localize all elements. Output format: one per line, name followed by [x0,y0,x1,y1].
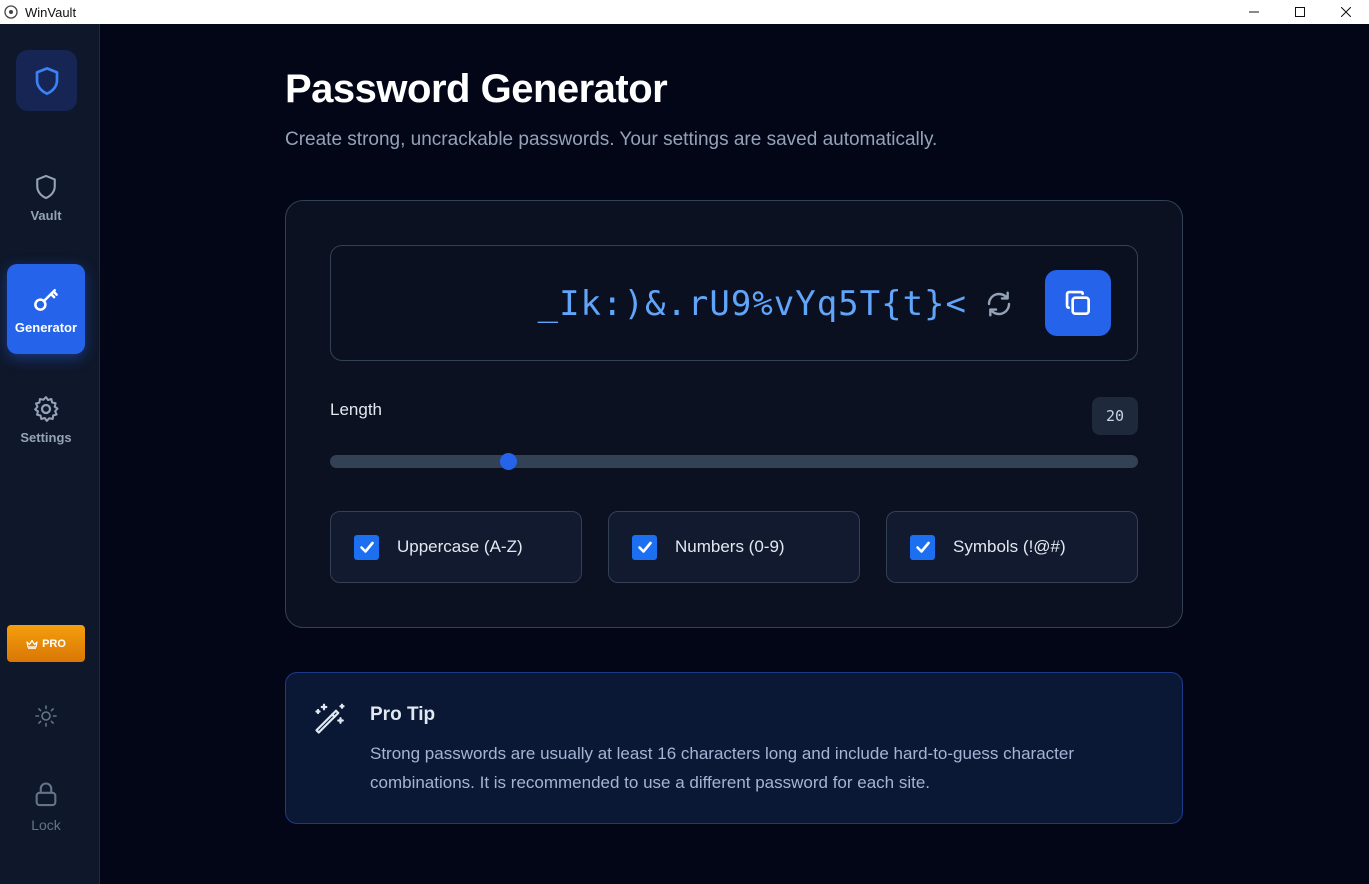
checkmark-icon [915,541,930,553]
tip-body: Strong passwords are usually at least 16… [370,744,1074,792]
option-uppercase[interactable]: Uppercase (A-Z) [330,511,582,583]
page-title: Password Generator [285,67,668,111]
pro-tip-card: Pro Tip Strong passwords are usually at … [285,672,1183,824]
key-icon [34,288,58,311]
length-slider-thumb[interactable] [499,453,517,470]
sidebar-item-label: Generator [14,319,78,335]
option-label: Uppercase (A-Z) [397,537,523,556]
title-bar: WinVault [0,0,1369,24]
option-symbols[interactable]: Symbols (!@#) [886,511,1138,583]
app-logo [16,50,77,111]
lock-label: Lock [31,817,61,833]
pro-button[interactable]: PRO [7,625,85,662]
tip-title: Pro Tip [370,704,436,725]
lock-icon [35,782,57,807]
option-numbers[interactable]: Numbers (0-9) [608,511,860,583]
minimize-button[interactable] [1231,0,1277,24]
length-slider[interactable] [330,453,1138,470]
window-title: WinVault [25,4,77,20]
minimize-icon [1249,11,1259,13]
length-value-badge: 20 [1092,397,1138,435]
regenerate-button[interactable] [983,288,1015,320]
page-subtitle: Create strong, uncrackable passwords. Yo… [285,129,938,150]
main-content: Password Generator Create strong, uncrac… [100,24,1369,884]
uppercase-checkbox[interactable] [354,534,379,560]
sidebar: Vault Generator Settings PRO Lock [0,24,100,884]
sidebar-item-vault[interactable]: Vault [7,152,85,242]
length-label: Length [330,400,382,419]
numbers-checkbox[interactable] [632,534,657,560]
app-icon [4,5,18,19]
sun-icon [35,705,57,727]
sidebar-item-generator[interactable]: Generator [7,264,85,354]
option-label: Symbols (!@#) [953,537,1066,556]
refresh-icon [987,291,1011,317]
maximize-button[interactable] [1277,0,1323,24]
gear-icon [34,395,59,422]
checkmark-icon [359,541,374,553]
symbols-checkbox[interactable] [910,534,935,560]
maximize-icon [1295,7,1305,17]
crown-icon [26,639,38,649]
sidebar-item-settings[interactable]: Settings [7,374,85,464]
theme-toggle-button[interactable] [32,702,60,730]
shield-icon [36,174,56,199]
lock-button[interactable]: Lock [7,774,85,838]
copy-icon [1065,290,1090,315]
generated-password[interactable]: _Ik:)&.rU9%vYq5T{t}< [538,284,967,324]
magic-wand-icon [315,703,345,734]
checkmark-icon [637,541,652,553]
shield-icon [35,66,58,95]
generator-card: _Ik:)&.rU9%vYq5T{t}< Length 20 Uppercase… [285,200,1183,628]
pro-label: PRO [42,637,66,650]
close-icon [1341,7,1351,17]
option-label: Numbers (0-9) [675,537,785,556]
close-button[interactable] [1323,0,1369,24]
sidebar-item-label: Vault [30,207,62,223]
copy-button[interactable] [1045,270,1111,336]
password-display: _Ik:)&.rU9%vYq5T{t}< [330,245,1138,361]
sidebar-item-label: Settings [20,429,72,445]
